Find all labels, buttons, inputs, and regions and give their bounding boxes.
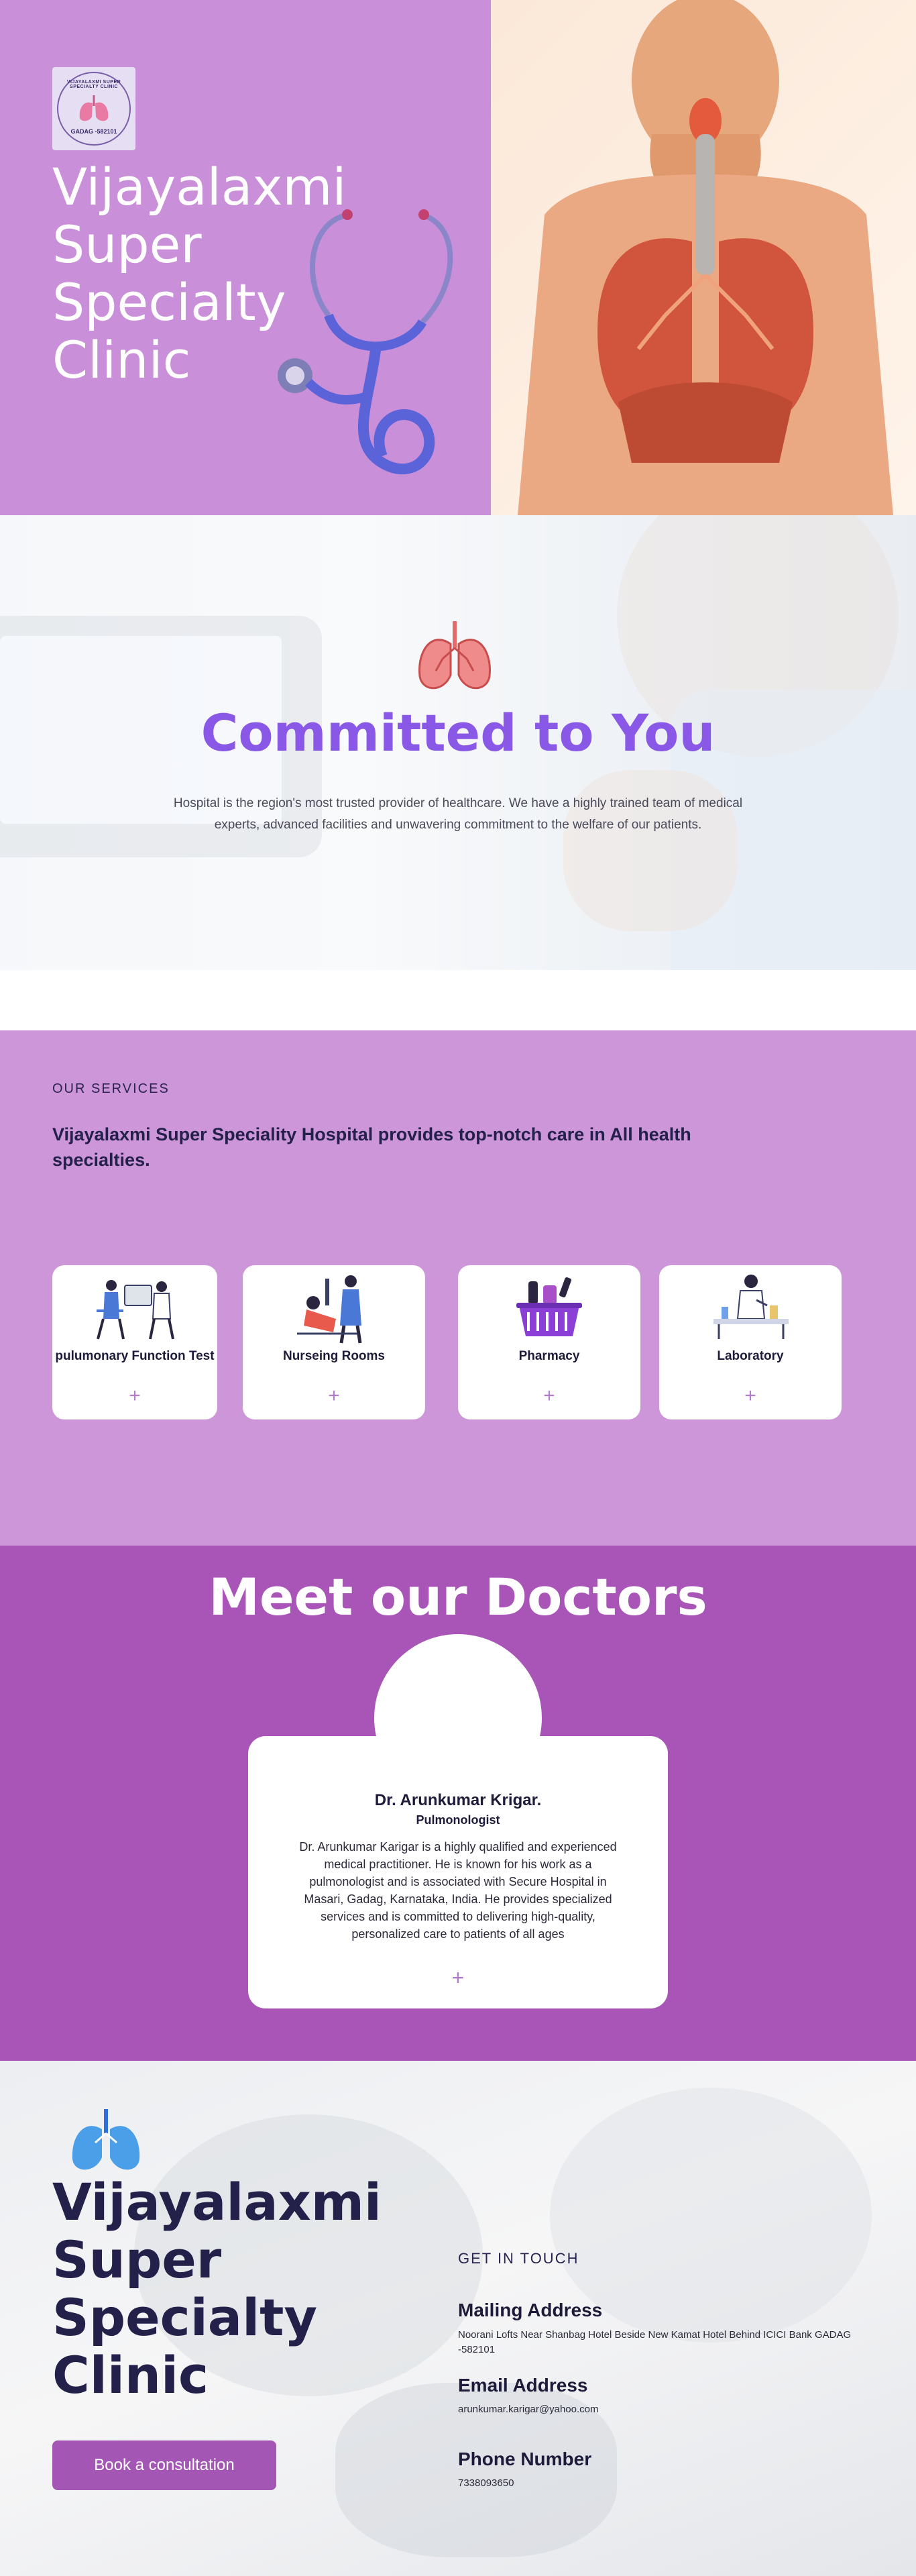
pharmacy-basket-illustration (516, 1277, 582, 1336)
respiratory-anatomy-illustration (518, 0, 893, 515)
hero-section: VIJAYALAXMI SUPER SPECIALTY CLINIC GADAG… (0, 0, 916, 515)
doctor-role: Pulmonologist (416, 1813, 500, 1827)
pulmonary-test-illustration (97, 1280, 174, 1340)
logo-bottom-text: GADAG -582101 (70, 128, 117, 135)
mailing-address-value: Noorani Lofts Near Shanbag Hotel Beside … (458, 2329, 852, 2355)
stethoscope-icon (278, 209, 453, 475)
get-in-touch-eyebrow: GET IN TOUCH (458, 2250, 579, 2267)
service-label: pulumonary Function Test (55, 1349, 215, 1363)
clinic-logo[interactable]: VIJAYALAXMI SUPER SPECIALTY CLINIC GADAG… (52, 67, 135, 150)
service-card-nursing[interactable]: Nurseing Rooms + (243, 1265, 425, 1419)
doctor-bio: Dr. Arunkumar Karigar is a highly qualif… (299, 1840, 617, 1941)
service-card-pharmacy[interactable]: Pharmacy + (458, 1265, 640, 1419)
doctor-avatar (374, 1634, 542, 1802)
expand-plus-icon[interactable]: + (52, 1385, 217, 1407)
logo-ring: VIJAYALAXMI SUPER SPECIALTY CLINIC GADAG… (57, 72, 131, 146)
committed-description: Hospital is the region's most trusted pr… (173, 796, 743, 832)
mailing-address-label: Mailing Address (458, 2300, 603, 2320)
nursing-room-illustration (297, 1275, 362, 1344)
service-card-laboratory[interactable]: Laboratory + (659, 1265, 842, 1419)
section-spacer (0, 970, 916, 1030)
phone-number-link[interactable]: 7338093650 (458, 2476, 874, 2491)
footer-lungs-logo-icon (72, 2109, 140, 2170)
laboratory-illustration (713, 1275, 789, 1339)
expand-plus-icon[interactable]: + (659, 1385, 842, 1407)
footer-title: Vijayalaxmi Super Specialty Clinic (52, 2172, 382, 2405)
committed-title: Committed to You (201, 703, 715, 763)
lungs-icon (418, 621, 491, 690)
service-label: Pharmacy (518, 1349, 580, 1363)
expand-plus-icon[interactable]: + (243, 1385, 425, 1407)
services-heading: Vijayalaxmi Super Speciality Hospital pr… (52, 1124, 691, 1170)
book-consultation-button[interactable]: Book a consultation (52, 2440, 276, 2490)
expand-plus-icon[interactable]: + (458, 1385, 640, 1407)
hero-left-panel: VIJAYALAXMI SUPER SPECIALTY CLINIC GADAG… (0, 0, 491, 515)
expand-plus-icon[interactable]: + (248, 1966, 668, 1990)
service-label: Nurseing Rooms (282, 1349, 386, 1363)
service-label: Laboratory (717, 1349, 784, 1363)
email-address-label: Email Address (458, 2375, 588, 2396)
doctors-title: Meet our Doctors (209, 1567, 707, 1627)
email-address-link[interactable]: arunkumar.karigar@yahoo.com (458, 2402, 874, 2417)
hero-anatomy-image (491, 0, 916, 515)
doctor-name: Dr. Arunkumar Krigar. (374, 1791, 542, 1809)
logo-lungs-icon (79, 95, 109, 121)
phone-number-label: Phone Number (458, 2449, 592, 2469)
service-card-pulmonary[interactable]: pulumonary Function Test + (52, 1265, 217, 1419)
logo-top-text: VIJAYALAXMI SUPER SPECIALTY CLINIC (66, 80, 121, 89)
services-eyebrow: OUR SERVICES (52, 1081, 170, 1096)
